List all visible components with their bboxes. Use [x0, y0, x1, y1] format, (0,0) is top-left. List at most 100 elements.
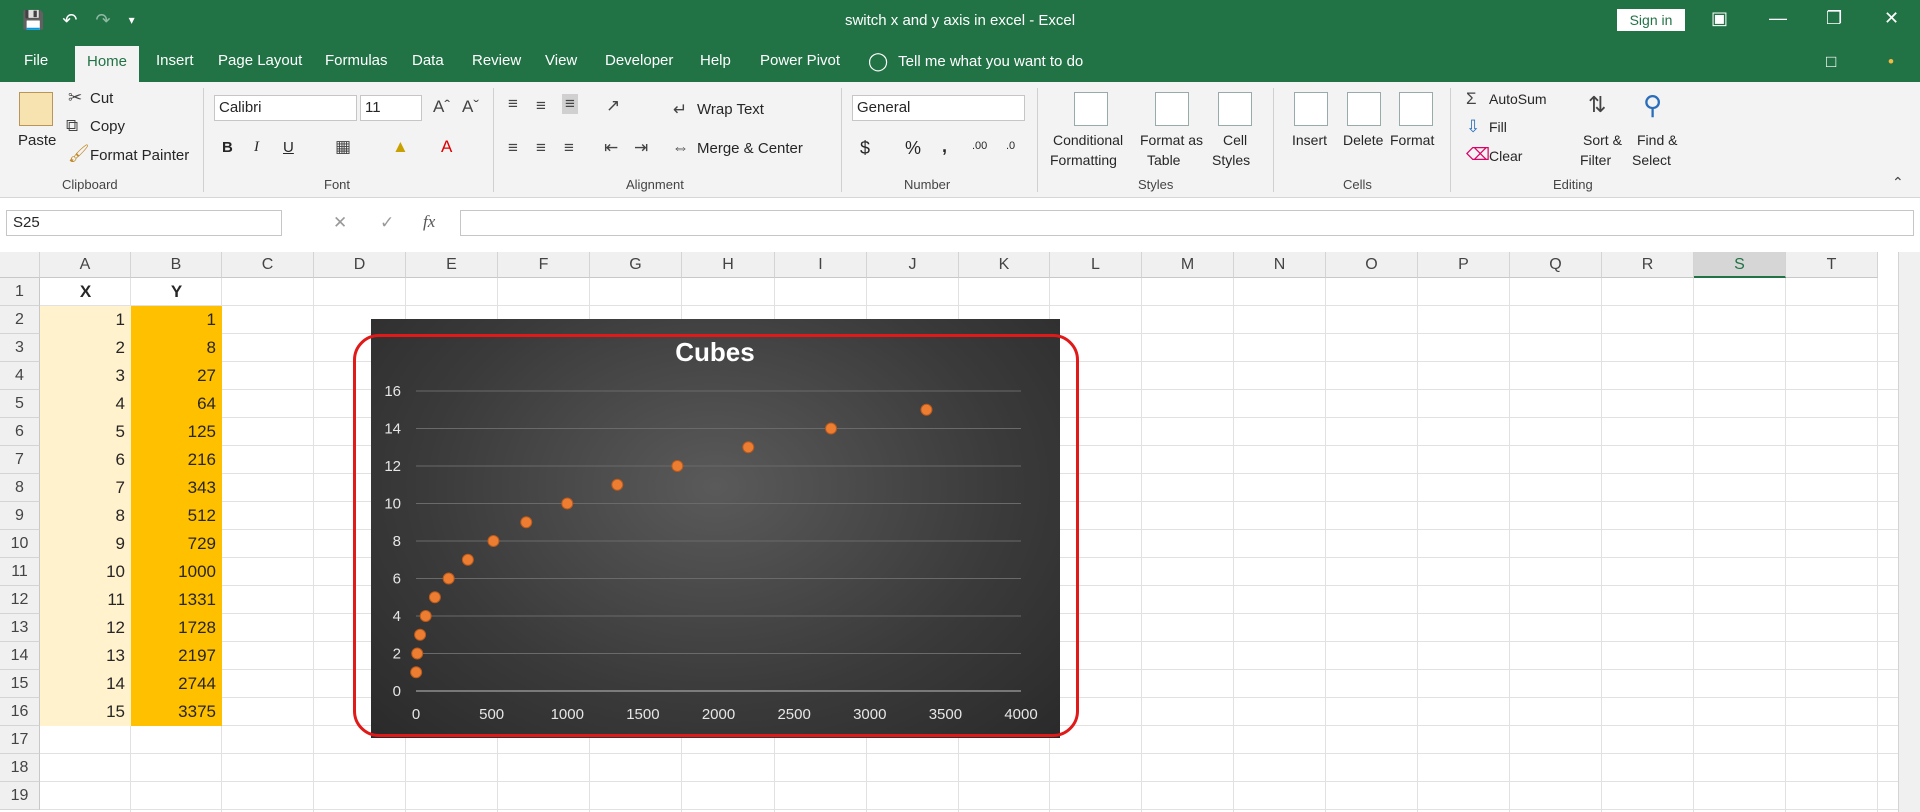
find-select-button-2[interactable]: Select [1632, 152, 1671, 168]
select-all-corner[interactable] [0, 252, 40, 278]
comments-icon[interactable]: □ [1826, 52, 1836, 72]
row-header-10[interactable]: 10 [0, 530, 40, 558]
column-header-q[interactable]: Q [1510, 252, 1602, 278]
cut-icon[interactable]: ✂ [68, 88, 82, 108]
increase-font-icon[interactable]: Aˆ [433, 97, 450, 117]
font-size-select[interactable]: 11 [360, 95, 422, 121]
clear-button[interactable]: Clear [1489, 148, 1522, 164]
cell-a13[interactable]: 12 [40, 614, 131, 642]
find-select-icon[interactable]: ⚲ [1643, 90, 1662, 121]
column-header-n[interactable]: N [1234, 252, 1326, 278]
row-header-19[interactable]: 19 [0, 782, 40, 810]
column-header-m[interactable]: M [1142, 252, 1234, 278]
delete-cells-icon[interactable] [1347, 92, 1381, 126]
cell-a1[interactable]: X [40, 278, 131, 306]
restore-icon[interactable]: ❐ [1826, 8, 1842, 29]
cell-styles-icon[interactable] [1218, 92, 1252, 126]
tab-developer[interactable]: Developer [605, 52, 673, 69]
cell-b8[interactable]: 343 [131, 474, 222, 502]
wrap-text-icon[interactable]: ↵ [673, 100, 687, 120]
orientation-icon[interactable]: ↗ [606, 96, 620, 116]
tab-page-layout[interactable]: Page Layout [218, 52, 302, 69]
merge-center-icon[interactable]: ⇔ [672, 138, 689, 158]
row-header-13[interactable]: 13 [0, 614, 40, 642]
align-right-icon[interactable]: ≡ [564, 138, 574, 158]
row-header-18[interactable]: 18 [0, 754, 40, 782]
row-header-1[interactable]: 1 [0, 278, 40, 306]
bold-button[interactable]: B [222, 139, 233, 156]
fill-icon[interactable]: ⇩ [1466, 117, 1480, 137]
delete-cells-button[interactable]: Delete [1343, 132, 1383, 148]
row-header-2[interactable]: 2 [0, 306, 40, 334]
tab-formulas[interactable]: Formulas [325, 52, 388, 69]
tab-data[interactable]: Data [412, 52, 444, 69]
cell-b5[interactable]: 64 [131, 390, 222, 418]
conditional-formatting-icon[interactable] [1074, 92, 1108, 126]
column-header-i[interactable]: I [775, 252, 867, 278]
column-header-t[interactable]: T [1786, 252, 1878, 278]
paste-button[interactable]: Paste [18, 132, 56, 149]
conditional-formatting-label-2[interactable]: Formatting [1050, 152, 1117, 168]
cell-a2[interactable]: 1 [40, 306, 131, 334]
vertical-scrollbar[interactable] [1898, 252, 1920, 812]
tab-insert[interactable]: Insert [156, 52, 194, 69]
format-painter-icon[interactable]: 🖌 [68, 144, 90, 164]
underline-button[interactable]: U [283, 139, 294, 156]
enter-icon[interactable]: ✓ [380, 213, 394, 233]
row-header-9[interactable]: 9 [0, 502, 40, 530]
account-dot-icon[interactable]: • [1888, 52, 1894, 72]
find-select-button[interactable]: Find & [1637, 132, 1677, 148]
column-header-g[interactable]: G [590, 252, 682, 278]
insert-cells-button[interactable]: Insert [1292, 132, 1327, 148]
format-as-table-label[interactable]: Format as [1140, 132, 1203, 148]
tab-file[interactable]: File [24, 52, 48, 69]
decrease-font-icon[interactable]: Aˇ [462, 97, 479, 117]
cell-b14[interactable]: 2197 [131, 642, 222, 670]
cell-b13[interactable]: 1728 [131, 614, 222, 642]
autosum-button[interactable]: AutoSum [1489, 91, 1547, 107]
format-painter-button[interactable]: Format Painter [90, 147, 189, 164]
align-middle-icon[interactable]: ≡ [536, 96, 546, 116]
cell-b16[interactable]: 3375 [131, 698, 222, 726]
align-left-icon[interactable]: ≡ [508, 138, 518, 158]
row-header-4[interactable]: 4 [0, 362, 40, 390]
column-header-a[interactable]: A [40, 252, 131, 278]
cell-b1[interactable]: Y [131, 278, 222, 306]
column-header-e[interactable]: E [406, 252, 498, 278]
tell-me-box[interactable]: ◯ Tell me what you want to do [868, 51, 1083, 72]
fill-color-icon[interactable]: ▲ [392, 137, 409, 157]
cell-a16[interactable]: 15 [40, 698, 131, 726]
cut-button[interactable]: Cut [90, 90, 113, 107]
row-header-14[interactable]: 14 [0, 642, 40, 670]
insert-cells-icon[interactable] [1294, 92, 1328, 126]
font-color-icon[interactable]: A [441, 137, 452, 157]
cell-b9[interactable]: 512 [131, 502, 222, 530]
cell-b3[interactable]: 8 [131, 334, 222, 362]
cell-b7[interactable]: 216 [131, 446, 222, 474]
format-as-table-label-2[interactable]: Table [1147, 152, 1180, 168]
column-header-o[interactable]: O [1326, 252, 1418, 278]
sign-in-button[interactable]: Sign in [1617, 9, 1685, 31]
format-as-table-icon[interactable] [1155, 92, 1189, 126]
minimize-icon[interactable]: — [1769, 8, 1787, 29]
align-top-icon[interactable]: ≡ [508, 94, 518, 114]
autosum-icon[interactable]: Σ [1466, 89, 1477, 109]
scatter-chart[interactable]: Cubes 0 2 4 6 8 10 12 14 16 0 500 1000 1500 2000 2500 30… [371, 319, 1060, 738]
column-header-p[interactable]: P [1418, 252, 1510, 278]
name-box[interactable]: S25 [6, 210, 282, 236]
cell-a8[interactable]: 7 [40, 474, 131, 502]
cell-b15[interactable]: 2744 [131, 670, 222, 698]
column-header-b[interactable]: B [131, 252, 222, 278]
borders-icon[interactable]: ▦ [335, 137, 351, 157]
column-header-r[interactable]: R [1602, 252, 1694, 278]
tab-view[interactable]: View [545, 52, 577, 69]
cell-a11[interactable]: 10 [40, 558, 131, 586]
increase-indent-icon[interactable]: ⇥ [634, 138, 648, 158]
align-center-icon[interactable]: ≡ [536, 138, 546, 158]
row-header-17[interactable]: 17 [0, 726, 40, 754]
tab-review[interactable]: Review [472, 52, 521, 69]
number-format-select[interactable]: General [852, 95, 1025, 121]
sort-filter-icon[interactable]: ⇅ [1588, 92, 1606, 118]
row-header-5[interactable]: 5 [0, 390, 40, 418]
column-header-d[interactable]: D [314, 252, 406, 278]
